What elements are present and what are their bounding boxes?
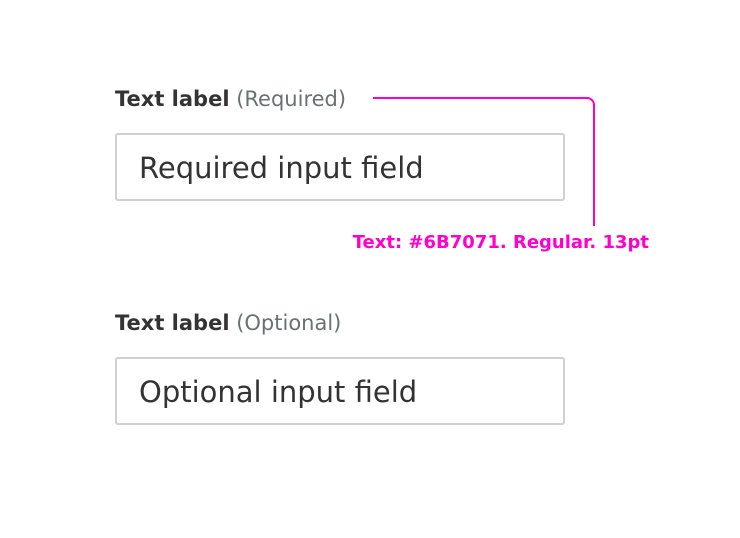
annotation-text: Text: #6B7071. Regular. 13pt <box>352 232 649 253</box>
optional-input-value: Optional input field <box>139 375 418 409</box>
required-input-value: Required input field <box>139 151 424 185</box>
required-label-text: Text label <box>115 87 230 111</box>
optional-label-text: Text label <box>115 311 230 335</box>
optional-hint-text: (Optional) <box>236 311 342 335</box>
annotation-leader-horizontal <box>373 97 589 99</box>
annotation-leader-corner <box>587 97 595 105</box>
optional-input-field[interactable]: Optional input field <box>115 357 565 425</box>
required-input-field[interactable]: Required input field <box>115 133 565 201</box>
annotation-leader-vertical <box>593 105 595 226</box>
optional-field-label: Text label (Optional) <box>115 310 341 336</box>
required-hint-text: (Required) <box>236 87 347 111</box>
required-field-label: Text label (Required) <box>115 86 346 112</box>
